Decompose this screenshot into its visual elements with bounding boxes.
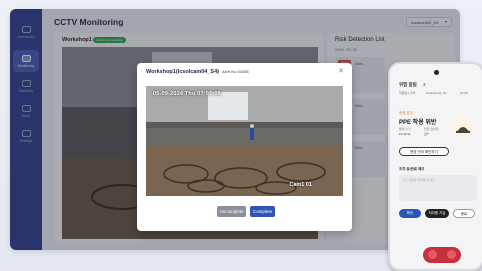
alert-id: Alert No 00458: [221, 69, 249, 74]
camera-notch: [434, 70, 439, 75]
complete-button[interactable]: Complete: [250, 206, 275, 217]
close-icon[interactable]: ✕: [338, 67, 344, 75]
screen: Dashboard Monitoring Statistics Work Set…: [0, 0, 482, 271]
modal-title: Workshop1(Icsolcam04_S4) Alert No 00458: [146, 69, 249, 75]
confirm-button[interactable]: 확인: [399, 209, 421, 218]
in-progress-button[interactable]: 처리중 기입: [425, 209, 449, 218]
ppe-violation-title: PPE 착용 위반: [399, 120, 437, 126]
end-button[interactable]: 종료: [453, 209, 475, 218]
helmet-icon: [451, 116, 474, 139]
message-icon: [447, 250, 456, 259]
memo-title: 조치 중/완료 메모: [399, 167, 425, 171]
camera-label: Cam1 01: [289, 182, 312, 188]
memo-field[interactable]: 조치 내용을 입력해 주세요.: [399, 175, 477, 201]
alert-camera-scene: [146, 86, 343, 196]
camera-timestamp: 05-09-2024 Thu 07:57:08: [153, 91, 221, 97]
alert-camera-feed: 05-09-2024 Thu 07:57:08 Cam1 01: [146, 86, 343, 196]
site-check-button[interactable]: 현장 관리 확인하기: [399, 147, 449, 156]
alert-modal: Workshop1(Icsolcam04_S4) Alert No 00458 ✕…: [137, 63, 352, 231]
risk-label: 위험 감지: [399, 111, 413, 115]
phone-icon: [428, 250, 437, 259]
mobile-phone: 위험 알림 3 작업장1 구역 Icsolcam04_S4 12:55 위험 감…: [388, 62, 482, 271]
uncomplete-button[interactable]: Uncomplete: [217, 206, 246, 217]
alert-count: 3: [423, 82, 426, 87]
call-action-button[interactable]: [423, 247, 461, 263]
phone-header: 위험 알림: [399, 82, 417, 87]
